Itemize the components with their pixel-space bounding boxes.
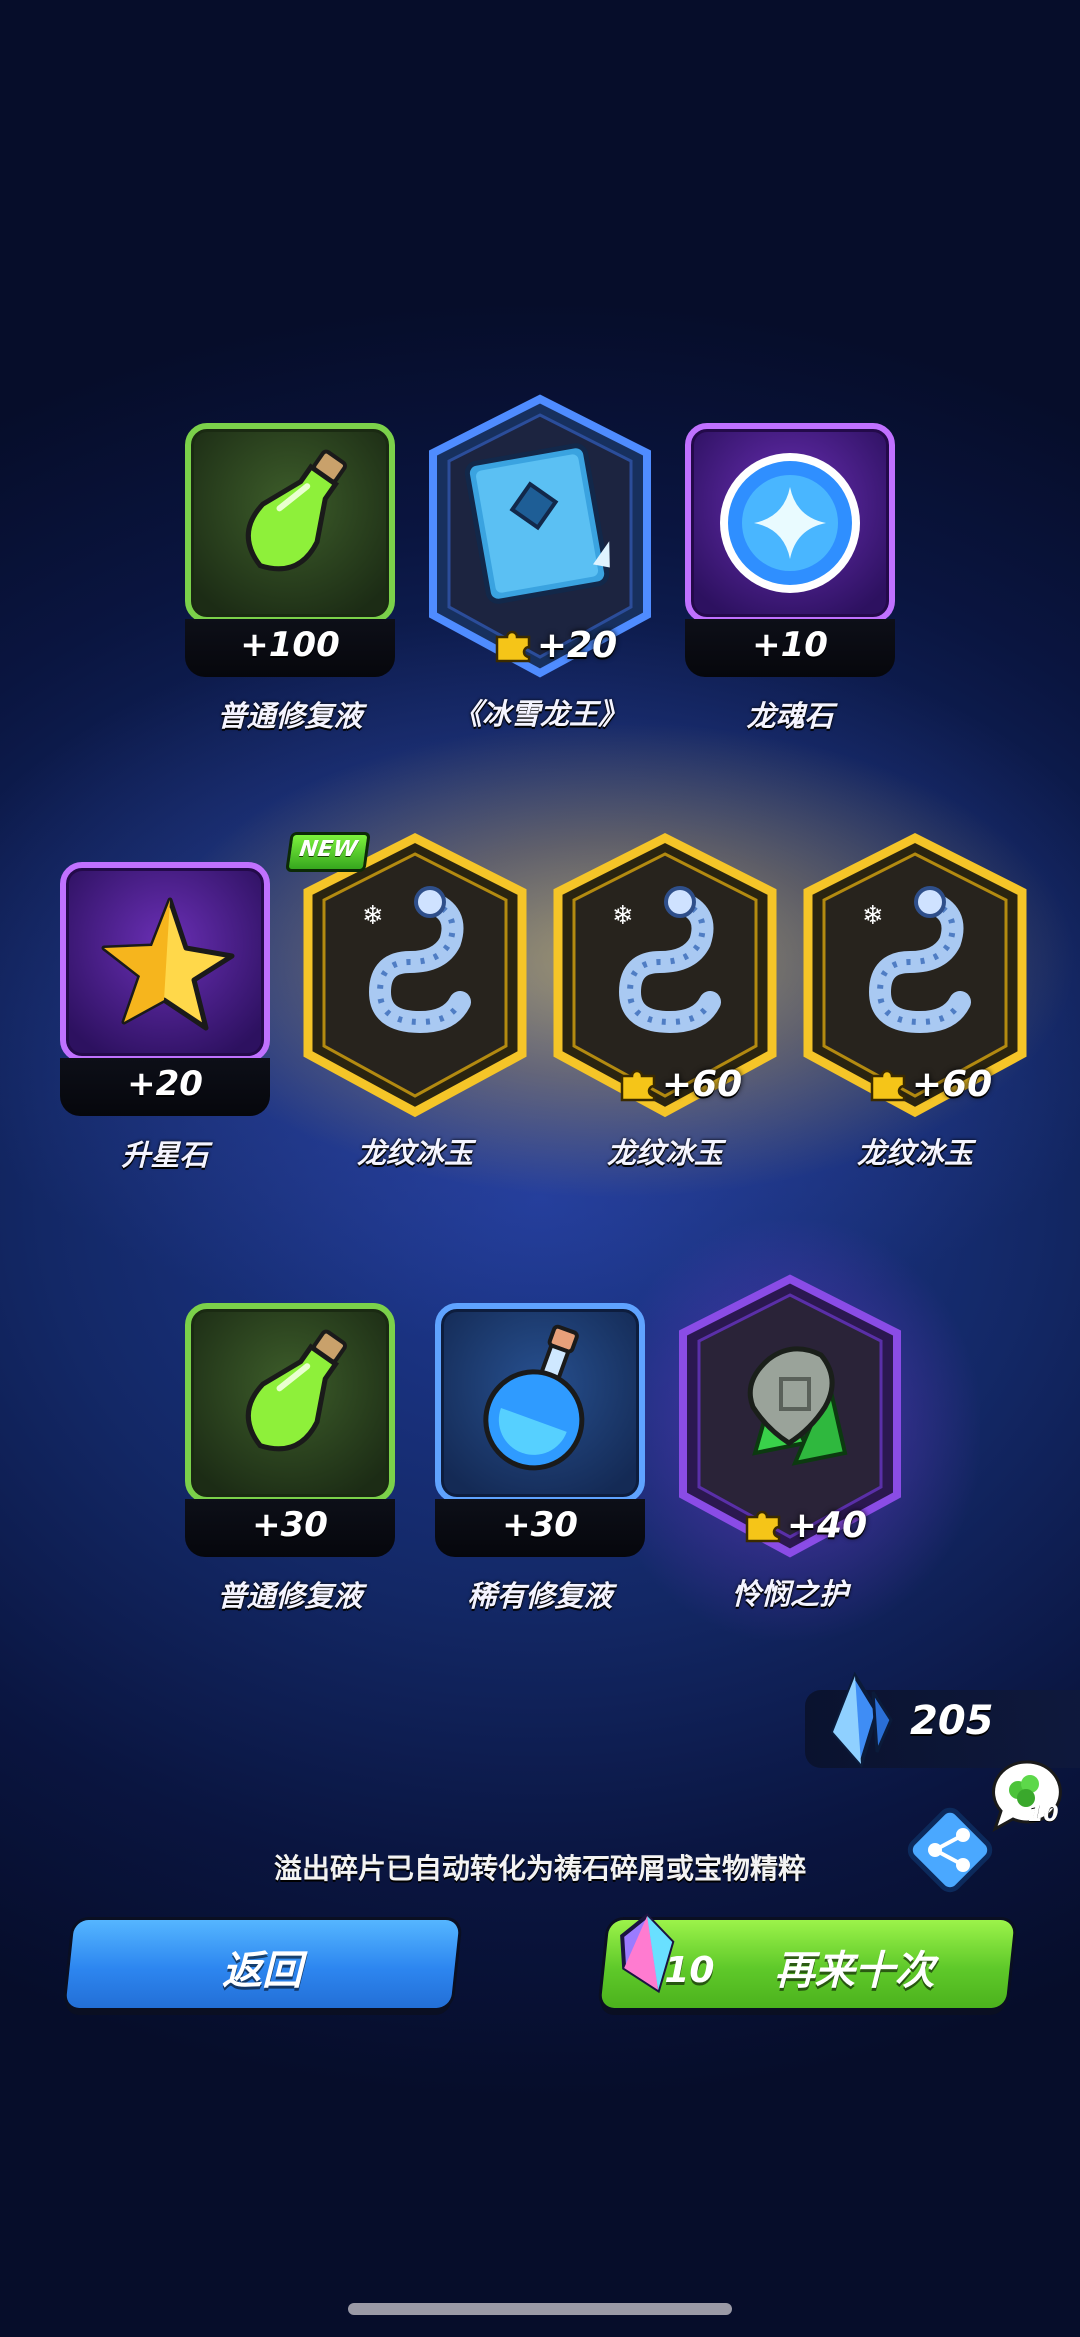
- item-name: 龙纹冰玉: [356, 1136, 473, 1170]
- item-quantity: +30: [435, 1499, 645, 1557]
- star-stone-icon: [101, 897, 235, 1031]
- item-quantity: +40: [786, 1504, 868, 1546]
- item-name: 普通修复液: [217, 699, 363, 733]
- new-badge: NEW: [285, 832, 371, 872]
- item-quantity-row: +40: [725, 1503, 885, 1547]
- item-name: 《冰雪龙王》: [452, 697, 627, 731]
- reward-item[interactable]: +20 《冰雪龙王》: [429, 394, 651, 733]
- item-quantity-row: +60: [600, 1062, 760, 1106]
- item-quantity: +30: [185, 1499, 395, 1557]
- ice-dragon-jade-icon: ❄: [362, 886, 471, 1034]
- dragon-soul-orb-icon: [720, 453, 860, 593]
- reward-item[interactable]: +30 普通修复液: [180, 1303, 400, 1615]
- svg-text:❄: ❄: [612, 901, 634, 931]
- gacha-result-screen: +100 普通修复液 +20 《冰雪龙王》 +10 龙魂石 +20 升星石 NE…: [0, 0, 1080, 2337]
- fragment-icon: [495, 630, 531, 663]
- item-quantity: +60: [911, 1063, 993, 1105]
- item-quantity: +20: [536, 624, 618, 666]
- draw-cost: 10: [664, 1950, 715, 1991]
- item-quantity: +60: [661, 1063, 743, 1105]
- reward-item[interactable]: +40 怜悯之护: [679, 1274, 901, 1613]
- ice-dragon-jade-icon: ❄: [862, 886, 971, 1034]
- item-name: 普通修复液: [217, 1579, 363, 1613]
- back-button-label: 返回: [222, 1948, 303, 1994]
- item-quantity: +10: [685, 619, 895, 677]
- item-name: 稀有修复液: [467, 1579, 613, 1613]
- item-quantity: +100: [185, 619, 395, 677]
- mercy-shield-icon: [747, 1346, 848, 1466]
- ice-dragon-jade-icon: ❄: [612, 886, 721, 1034]
- svg-text:❄: ❄: [362, 901, 384, 931]
- bubble-count: 10: [1028, 1802, 1059, 1827]
- reward-item[interactable]: +100 普通修复液: [180, 423, 400, 735]
- fragment-icon: [870, 1069, 906, 1102]
- item-quantity: +20: [60, 1058, 270, 1116]
- currency-value: 205: [910, 1698, 994, 1744]
- home-indicator[interactable]: [348, 2303, 732, 2315]
- reward-item[interactable]: ❄ +60 龙纹冰玉: [553, 832, 777, 1172]
- fragment-icon: [745, 1510, 781, 1543]
- reward-item[interactable]: +10 龙魂石: [680, 423, 900, 735]
- item-name: 龙魂石: [746, 699, 834, 733]
- blue-potion-icon: [483, 1324, 585, 1471]
- fragment-icon: [620, 1069, 656, 1102]
- svg-text:❄: ❄: [862, 901, 884, 931]
- currency-display: 205: [805, 1672, 1080, 1768]
- reward-item[interactable]: +30 稀有修复液: [430, 1303, 650, 1615]
- item-quantity-row: +20: [475, 623, 635, 667]
- ice-dragon-book-icon: [464, 443, 610, 604]
- green-potion-icon: [245, 449, 347, 572]
- reward-item[interactable]: NEW ❄ 龙纹冰玉: [285, 832, 527, 1172]
- crystal-icon: [830, 1672, 893, 1768]
- overflow-notice: 溢出碎片已自动转化为祷石碎屑或宝物精粹: [273, 1852, 806, 1885]
- item-name: 升星石: [121, 1138, 209, 1172]
- item-quantity-row: +60: [850, 1062, 1010, 1106]
- draw-ten-again-label: 再来十次: [774, 1948, 935, 1994]
- item-name: 龙纹冰玉: [856, 1136, 973, 1170]
- item-name: 龙纹冰玉: [606, 1136, 723, 1170]
- draw-ten-again-button[interactable]: 10 再来十次: [600, 1913, 1015, 2008]
- item-name: 怜悯之护: [731, 1577, 848, 1611]
- reward-item[interactable]: +20 升星石: [55, 862, 275, 1174]
- reward-item[interactable]: ❄ +60 龙纹冰玉: [803, 832, 1027, 1172]
- green-potion-icon: [245, 1329, 347, 1452]
- back-button[interactable]: 返回: [65, 1920, 460, 2008]
